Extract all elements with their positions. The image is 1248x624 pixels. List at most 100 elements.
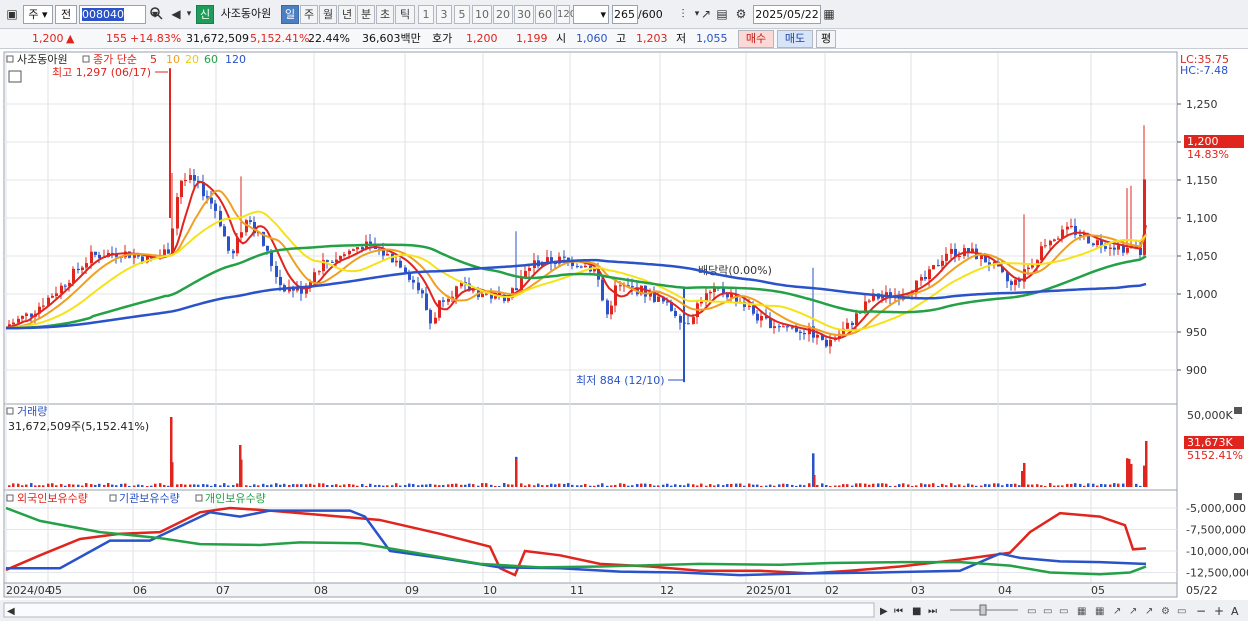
- volume-bar: [365, 485, 368, 487]
- last-page-icon[interactable]: ⏭: [928, 606, 937, 617]
- settings-small-icon[interactable]: ⚙: [1161, 606, 1170, 617]
- speaker-dropdown-icon[interactable]: ▾: [181, 6, 197, 22]
- ma-20-label: 20: [185, 53, 199, 66]
- period-month-tab[interactable]: 월: [319, 5, 337, 24]
- last-price-label: 1,200: [1187, 135, 1219, 148]
- stock-name: 사조동아원: [220, 7, 272, 20]
- view-select[interactable]: 전: [55, 5, 77, 24]
- volume-bar: [967, 483, 970, 487]
- candle-body: [382, 250, 385, 256]
- gear-icon[interactable]: ⚙: [733, 6, 749, 22]
- volume-bar: [25, 484, 28, 487]
- volume-bar: [915, 485, 918, 487]
- candle-body: [447, 299, 450, 302]
- x-axis-right-label: 05/22: [1186, 584, 1218, 597]
- candle-body: [1096, 240, 1099, 246]
- font-size-icon[interactable]: A: [1231, 605, 1239, 618]
- legend-foreign: 외국인보유수량: [17, 492, 88, 505]
- stock-code-input[interactable]: 008040: [79, 5, 146, 24]
- interval-5-button[interactable]: 5: [454, 5, 470, 24]
- candle-body: [72, 268, 75, 283]
- interval-1-button[interactable]: 1: [418, 5, 434, 24]
- draw-line-icon[interactable]: ↗: [1113, 606, 1121, 617]
- date-input[interactable]: 2025/05/22: [753, 5, 821, 24]
- volume-bar: [163, 484, 166, 487]
- volume-bar: [128, 485, 131, 487]
- volume-spike: [1145, 441, 1148, 487]
- interval-120-button[interactable]: 120: [556, 5, 576, 24]
- calendar-icon[interactable]: ▦: [821, 6, 837, 22]
- volume-bar: [1044, 485, 1047, 487]
- volume-bar: [550, 483, 553, 487]
- volume-bar: [472, 484, 475, 487]
- volume-bar: [795, 485, 798, 487]
- draw-arrow-icon[interactable]: ↗: [1145, 606, 1153, 617]
- volume-bar: [700, 483, 703, 487]
- volume-bar: [111, 484, 114, 487]
- zoom-slider-handle[interactable]: [979, 604, 987, 616]
- window-icon[interactable]: ▣: [4, 6, 20, 22]
- draw-tool-icon[interactable]: ↗: [698, 6, 714, 22]
- scrollbar-track[interactable]: [3, 602, 875, 618]
- candle-body: [778, 326, 781, 328]
- interval-3-button[interactable]: 3: [436, 5, 452, 24]
- data-count-input[interactable]: 265: [612, 5, 638, 24]
- volume-bar: [227, 485, 230, 487]
- open-price: 1,060: [576, 32, 608, 45]
- volume-bar: [760, 485, 763, 487]
- candle-body: [937, 265, 940, 267]
- candle-body: [55, 293, 58, 296]
- period-second-tab[interactable]: 초: [376, 5, 394, 24]
- interval-30-button[interactable]: 30: [514, 5, 534, 24]
- scroll-right-icon[interactable]: ▶: [880, 606, 888, 617]
- zoom-out-icon[interactable]: −: [1196, 604, 1206, 618]
- period-year-tab[interactable]: 년: [338, 5, 356, 24]
- volume-bar: [838, 485, 841, 487]
- layout-2-icon[interactable]: ▭: [1043, 606, 1052, 617]
- eval-button[interactable]: 평: [816, 30, 836, 48]
- volume-bar: [601, 483, 604, 487]
- save-icon[interactable]: ▤: [714, 6, 730, 22]
- volume-bar: [937, 485, 940, 487]
- holding-panel-close-icon[interactable]: [1234, 493, 1242, 500]
- scroll-left-icon[interactable]: ◀: [7, 606, 15, 617]
- layout-3-icon[interactable]: ▭: [1059, 606, 1068, 617]
- interval-custom-select[interactable]: ▾: [573, 5, 609, 24]
- volume-bar: [288, 484, 291, 487]
- table-view-icon[interactable]: [8, 70, 22, 83]
- volume-bar: [864, 483, 867, 487]
- period-minute-tab[interactable]: 분: [357, 5, 375, 24]
- draw-ray-icon[interactable]: ↗: [1129, 606, 1137, 617]
- volume-bar: [894, 485, 897, 487]
- layout-1-icon[interactable]: ▭: [1027, 606, 1036, 617]
- candle-body: [167, 249, 170, 254]
- interval-60-button[interactable]: 60: [535, 5, 555, 24]
- search-icon[interactable]: [148, 6, 164, 22]
- stock-chart[interactable]: 사조동아원 종가 단순 5 10 20 60 120 LC:35.75 HC:-…: [0, 50, 1248, 621]
- copy-icon[interactable]: ▭: [1177, 606, 1186, 617]
- first-page-icon[interactable]: ⏮: [894, 606, 903, 617]
- interval-10-button[interactable]: 10: [472, 5, 492, 24]
- interval-20-button[interactable]: 20: [493, 5, 513, 24]
- new-listing-button[interactable]: 신: [196, 5, 214, 24]
- candle-body: [356, 247, 359, 250]
- period-tick-tab[interactable]: 틱: [395, 5, 415, 24]
- volume-spike: [515, 459, 518, 487]
- period-week-tab[interactable]: 주: [300, 5, 318, 24]
- period-day-tab[interactable]: 일: [281, 5, 299, 24]
- layout-5-icon[interactable]: ▦: [1095, 606, 1104, 617]
- candle-body: [176, 197, 179, 229]
- volume-bar: [580, 485, 583, 487]
- layout-4-icon[interactable]: ▦: [1077, 606, 1086, 617]
- candle-body: [507, 297, 510, 302]
- stop-icon[interactable]: ■: [912, 606, 921, 617]
- sell-button[interactable]: 매도: [777, 30, 813, 48]
- zoom-in-icon[interactable]: +: [1214, 604, 1224, 618]
- buy-button[interactable]: 매수: [738, 30, 774, 48]
- volume-bar: [928, 484, 931, 487]
- volume-panel-close-icon[interactable]: [1234, 407, 1242, 414]
- market-select[interactable]: 주 ▾: [23, 5, 53, 24]
- candle-body: [326, 260, 329, 262]
- volume-bar: [1066, 483, 1069, 487]
- volume-bar: [154, 483, 157, 487]
